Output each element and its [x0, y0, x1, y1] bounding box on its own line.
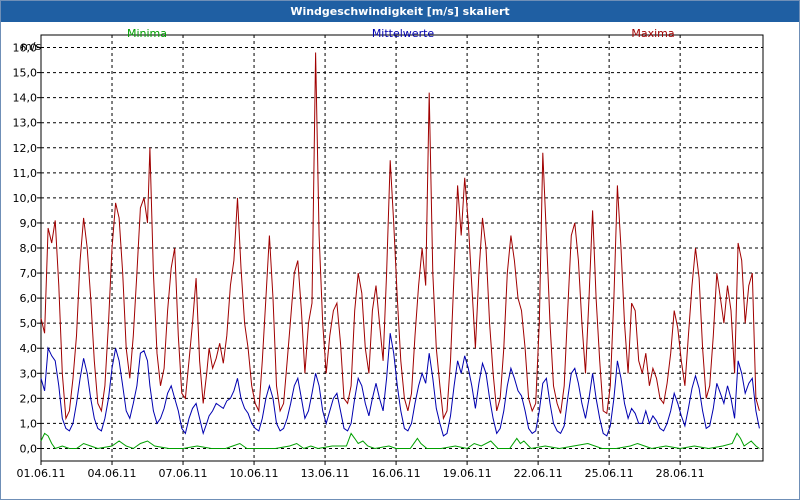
y-axis: 0,0 1,0 2,0 3,0 4,0 5,0 6,0 7,0 8,0 9,0 10,0 11,0 12…: [13, 42, 41, 455]
legend-minima: Minima: [127, 27, 167, 40]
y-tick-label: 13,0: [13, 117, 38, 130]
y-tick-label: 1,0: [20, 417, 38, 430]
x-tick-label: 01.06.11: [17, 467, 66, 480]
chart: 0,0 1,0 2,0 3,0 4,0 5,0 6,0 7,0 8,0 9,0 10,0 11,0 12…: [13, 27, 764, 480]
y-tick-label: 11,0: [13, 167, 38, 180]
x-tick-label: 19.06.11: [443, 467, 492, 480]
y-tick-label: 15,0: [13, 67, 38, 80]
y-tick-label: 4,0: [20, 342, 38, 355]
legend-mittelwerte: Mittelwerte: [372, 27, 435, 40]
y-tick-label: 9,0: [20, 217, 38, 230]
y-axis-unit: m/s: [21, 40, 41, 53]
x-tick-label: 28.06.11: [656, 467, 705, 480]
y-tick-label: 5,0: [20, 317, 38, 330]
y-tick-label: 0,0: [20, 442, 38, 455]
y-tick-label: 3,0: [20, 367, 38, 380]
x-tick-label: 07.06.11: [159, 467, 208, 480]
legend-maxima: Maxima: [631, 27, 674, 40]
y-tick-label: 7,0: [20, 267, 38, 280]
window-title: Windgeschwindigkeit [m/s] skaliert: [1, 1, 799, 22]
x-tick-label: 25.06.11: [585, 467, 634, 480]
x-axis: 01.06.11 04.06.11 07.06.11 10.06.11 13.06.11…: [17, 461, 705, 480]
y-tick-label: 6,0: [20, 292, 38, 305]
y-tick-label: 14,0: [13, 92, 38, 105]
y-tick-label: 8,0: [20, 242, 38, 255]
chart-window: Windgeschwindigkeit [m/s] skaliert 0,0 1,…: [0, 0, 800, 500]
x-tick-label: 16.06.11: [372, 467, 421, 480]
x-tick-label: 04.06.11: [88, 467, 137, 480]
y-tick-label: 2,0: [20, 392, 38, 405]
y-tick-label: 10,0: [13, 192, 38, 205]
x-tick-label: 10.06.11: [230, 467, 279, 480]
x-tick-label: 13.06.11: [301, 467, 350, 480]
y-tick-label: 12,0: [13, 142, 38, 155]
x-tick-label: 22.06.11: [514, 467, 563, 480]
